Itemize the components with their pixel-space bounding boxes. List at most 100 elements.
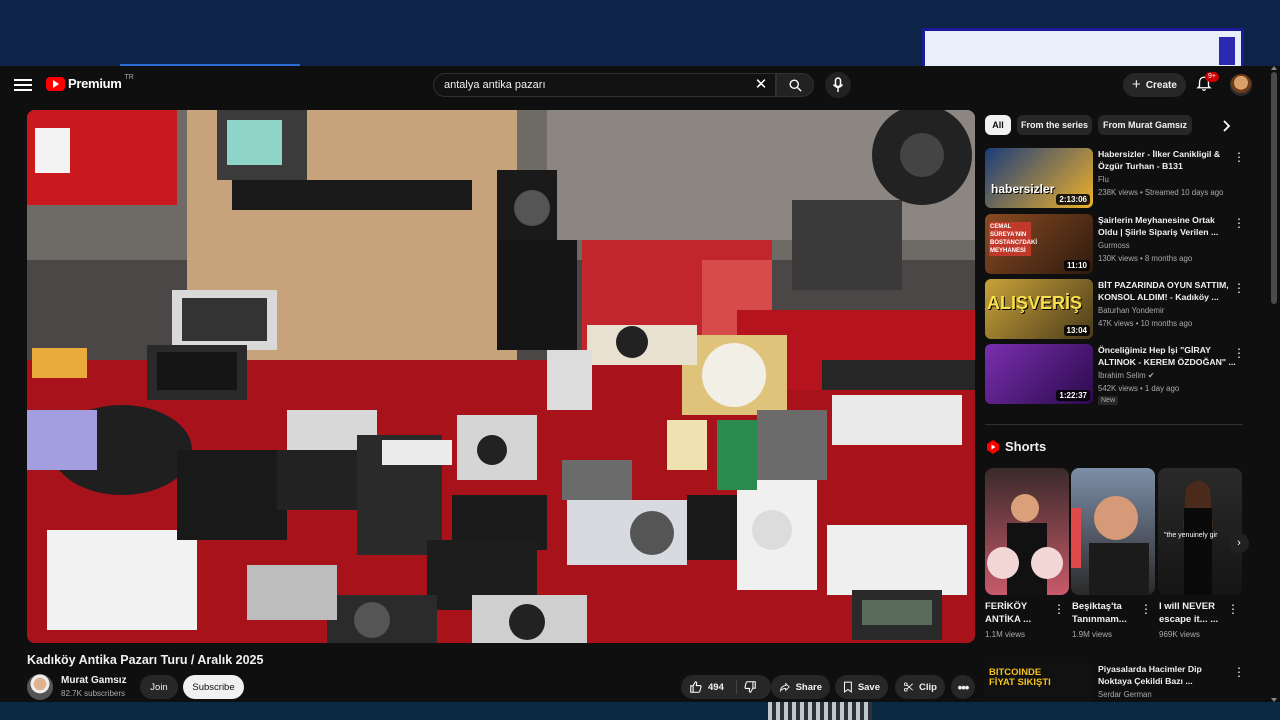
thumbnail-caption: habersizler (991, 182, 1055, 196)
notifications-button[interactable]: 9+ (1195, 72, 1219, 95)
recommendation-title: BİT PAZARINDA OYUN SATTIM, KONSOL ALDIM!… (1098, 280, 1229, 302)
bookmark-icon (843, 681, 852, 693)
chip-from-channel[interactable]: From Murat Gamsız (1098, 115, 1192, 135)
more-vertical-icon[interactable]: ⋮ (1233, 150, 1245, 164)
more-vertical-icon[interactable]: ⋮ (1053, 602, 1065, 616)
more-horizontal-icon: ••• (957, 679, 970, 695)
new-badge: New (1098, 396, 1119, 405)
shorts-label: Shorts (1005, 439, 1047, 454)
recommendation-item[interactable]: ALIŞVERİŞ 13:04 BİT PAZARINDA OYUN SATTI… (985, 279, 1255, 339)
recommendation-item[interactable]: CEMAL SÜREYA'NIN BOSTANCI'DAKİ MEYHANESİ… (985, 214, 1255, 274)
recommendation-item[interactable]: habersizler 2:13:06 Habersizler - İlker … (985, 148, 1255, 208)
more-vertical-icon[interactable]: ⋮ (1233, 665, 1245, 679)
video-thumbnail: CEMAL SÜREYA'NIN BOSTANCI'DAKİ MEYHANESİ… (985, 214, 1093, 274)
clip-button[interactable]: Clip (895, 675, 945, 699)
short-views: 1.1M views (985, 630, 1026, 639)
recommendation-meta: 130K views • 8 months ago (1098, 254, 1193, 263)
channel-name[interactable]: Murat Gamsız (61, 675, 127, 686)
more-actions-button[interactable]: ••• (951, 675, 975, 699)
account-avatar[interactable] (1230, 74, 1252, 96)
section-divider (985, 424, 1243, 425)
notification-badge: 9+ (1205, 72, 1219, 82)
subscribe-button[interactable]: Subscribe (183, 675, 244, 699)
join-button[interactable]: Join (140, 675, 178, 699)
share-button[interactable]: Share (771, 675, 830, 699)
like-count[interactable]: 494 (708, 682, 724, 693)
more-vertical-icon[interactable]: ⋮ (1233, 346, 1245, 360)
recommendation-channel: Gurmoss (1098, 241, 1130, 250)
more-vertical-icon[interactable]: ⋮ (1140, 602, 1152, 616)
search-icon (789, 79, 802, 92)
top-bar: Premium TR ✕ + Create 9+ (0, 66, 1280, 104)
short-views: 969K views (1159, 630, 1200, 639)
scrollbar-thumb[interactable] (1271, 72, 1277, 304)
background-window (922, 28, 1244, 68)
recommendation-item[interactable]: BITCOINDE FİYAT SIKIŞTI Piyasalarda Haci… (985, 663, 1255, 702)
chevron-right-icon[interactable] (1218, 118, 1234, 134)
channel-name: İbrahim Selim (1098, 371, 1146, 380)
chip-from-series[interactable]: From the series (1017, 115, 1092, 135)
share-label: Share (795, 681, 822, 693)
video-player[interactable] (27, 110, 975, 643)
video-thumbnail: 1:22:37 (985, 344, 1093, 404)
shorts-heading: Shorts (987, 439, 1046, 454)
plus-icon: + (1132, 76, 1141, 93)
short-thumbnail[interactable] (1071, 468, 1155, 595)
shorts-next-button[interactable]: › (1229, 533, 1249, 553)
video-title: Kadıköy Antika Pazarı Turu / Aralık 2025 (27, 653, 264, 667)
recommendation-meta: 542K views • 1 day ago (1098, 384, 1180, 393)
create-button[interactable]: + Create (1123, 73, 1186, 97)
chip-all[interactable]: All (985, 115, 1011, 135)
youtube-app: Premium TR ✕ + Create 9+ (0, 66, 1280, 702)
search-box: ✕ (433, 73, 776, 97)
search-input[interactable] (444, 79, 744, 91)
thumbnail-caption: ALIŞVERİŞ (987, 293, 1083, 313)
scrollbar[interactable] (1270, 66, 1278, 702)
save-button[interactable]: Save (835, 675, 888, 699)
video-frame (27, 110, 975, 643)
recommendation-meta: 238K views • Streamed 10 days ago (1098, 188, 1224, 197)
more-vertical-icon[interactable]: ⋮ (1227, 602, 1239, 616)
more-vertical-icon[interactable]: ⋮ (1233, 281, 1245, 295)
search-button[interactable] (776, 73, 814, 97)
short-title[interactable]: I will NEVER escape it... ... (1159, 600, 1229, 626)
chevron-right-icon: › (1237, 537, 1241, 549)
hamburger-icon[interactable] (14, 76, 32, 94)
youtube-logo[interactable]: Premium TR (46, 74, 134, 91)
short-title[interactable]: Beşiktaş'ta Tanınmam... (1072, 600, 1142, 626)
short-title[interactable]: FERİKÖY ANTİKA ... (985, 600, 1055, 626)
duration-badge: 2:13:06 (1056, 194, 1090, 205)
recommendation-title: Piyasalarda Hacimler Dip Noktaya Çekildi… (1098, 664, 1202, 686)
recommendation-channel: Baturhan Yondemir (1098, 306, 1165, 315)
clear-search-icon[interactable]: ✕ (753, 77, 769, 93)
youtube-play-icon (46, 76, 65, 91)
thumbs-up-icon[interactable] (689, 680, 703, 694)
short-overlay-text: "the yenuinely gir (1164, 532, 1218, 539)
like-dislike-group: 494 (681, 675, 771, 699)
video-thumbnail: ALIŞVERİŞ 13:04 (985, 279, 1093, 339)
subscriber-count: 82.7K subscribers (61, 689, 126, 698)
video-thumbnail: habersizler 2:13:06 (985, 148, 1093, 208)
short-thumbnail[interactable] (985, 468, 1069, 595)
recommendation-title: Habersizler - İlker Canikligil & Özgür T… (1098, 149, 1221, 171)
desktop-background-top (0, 0, 1280, 68)
create-label: Create (1145, 79, 1177, 91)
recommendation-channel: Serdar German (1098, 690, 1152, 699)
mic-icon (832, 77, 844, 92)
scissors-icon (903, 682, 913, 692)
short-thumbnail[interactable]: "the yenuinely gir (1158, 468, 1242, 595)
more-vertical-icon[interactable]: ⋮ (1233, 216, 1245, 230)
taskbar-fragment (768, 702, 872, 720)
share-icon (779, 682, 790, 693)
short-preview (987, 494, 1063, 595)
duration-badge: 11:10 (1063, 260, 1090, 271)
recommendation-channel: Flu (1098, 175, 1109, 184)
voice-search-button[interactable] (825, 72, 851, 98)
channel-avatar[interactable] (27, 674, 53, 700)
duration-badge: 1:22:37 (1056, 390, 1090, 401)
scroll-up-icon[interactable] (1271, 66, 1277, 70)
recommendation-meta: 47K views • 10 months ago (1098, 319, 1193, 328)
recommendation-item[interactable]: 1:22:37 Önceliğimiz Hep İşi "GİRAY ALTIN… (985, 344, 1255, 405)
clip-label: Clip (919, 681, 937, 693)
thumbs-down-icon[interactable] (743, 680, 757, 694)
